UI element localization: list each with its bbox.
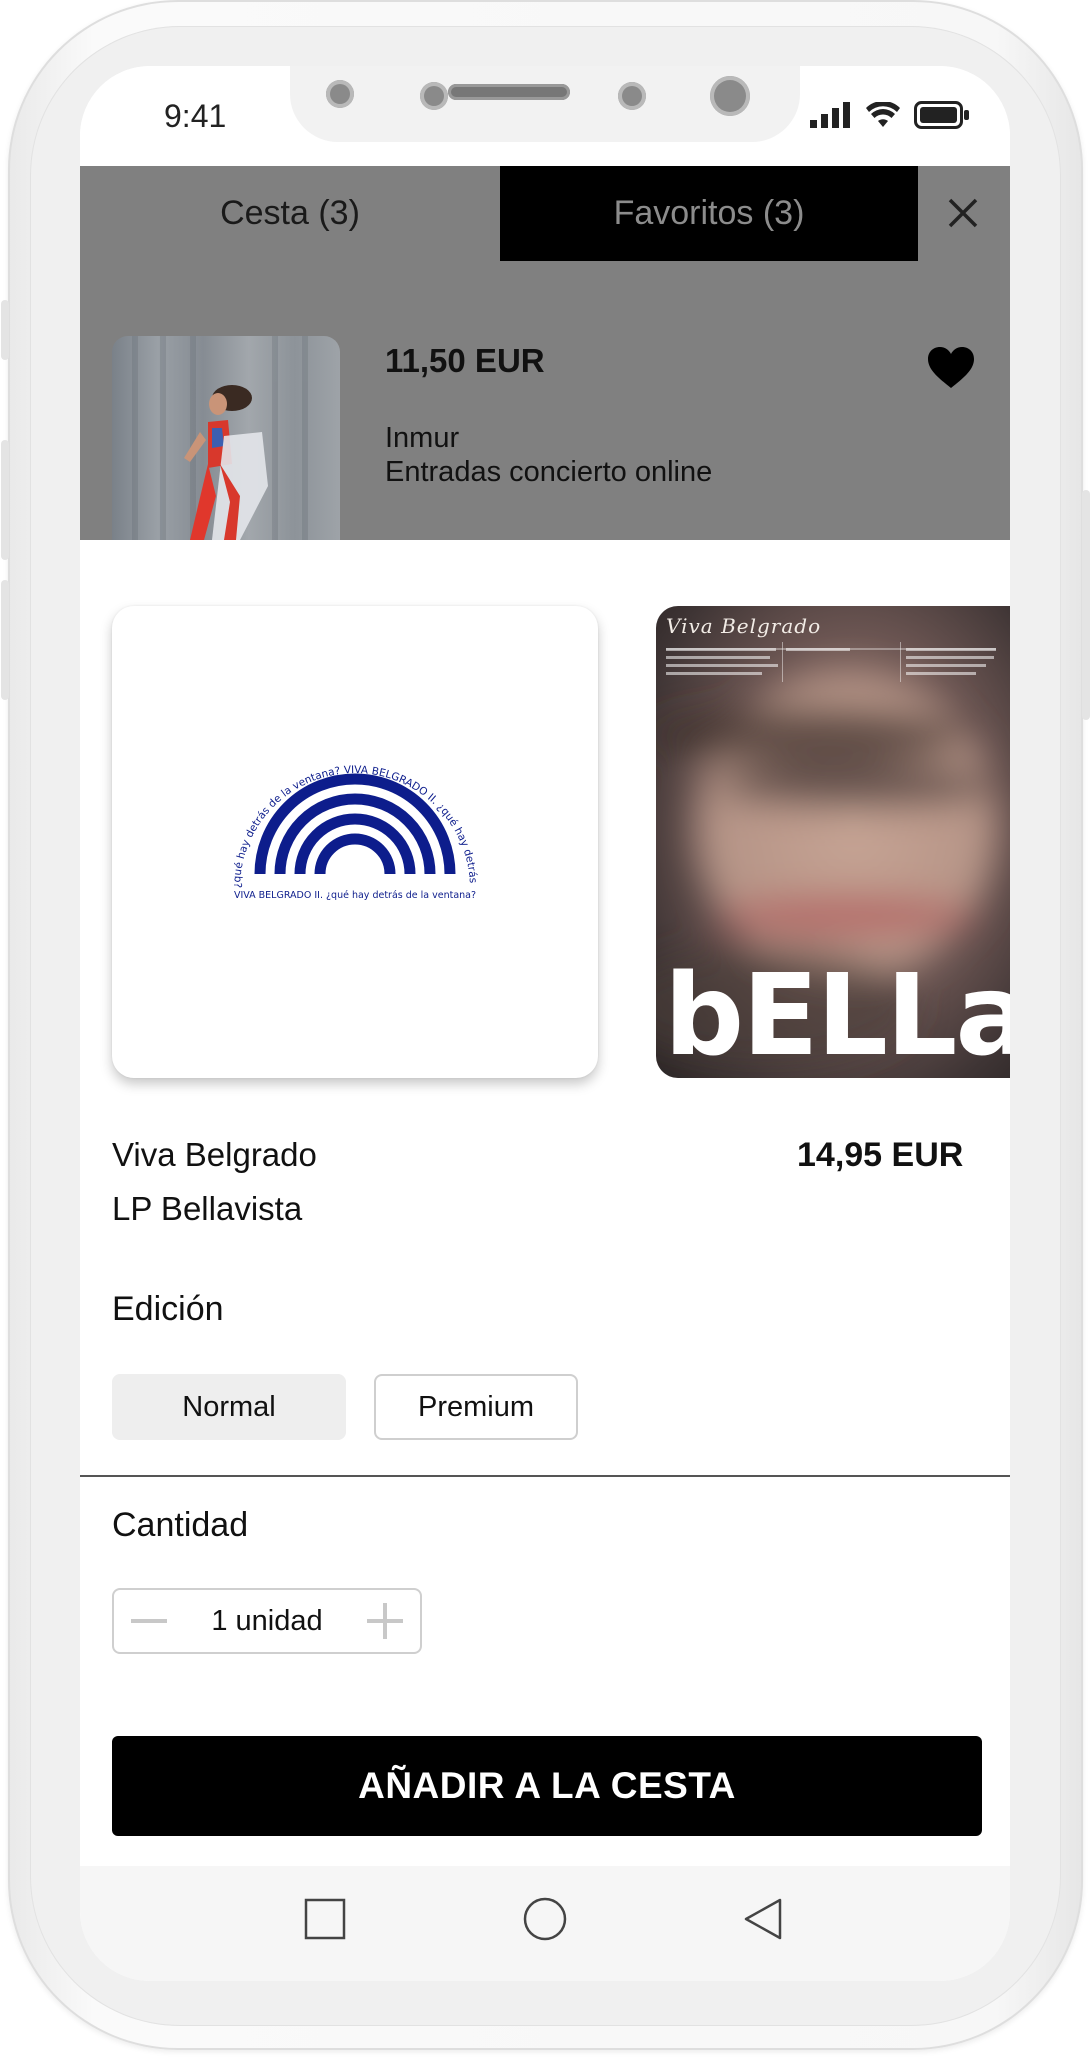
close-button[interactable] (938, 188, 988, 238)
triangle-back-icon[interactable] (740, 1896, 786, 1942)
notch (290, 66, 800, 142)
product-title: LP Bellavista (112, 1190, 303, 1227)
edition-option-normal[interactable]: Normal (112, 1374, 346, 1440)
product-price: 14,95 EUR (797, 1136, 964, 1174)
circle-icon[interactable] (522, 1896, 568, 1942)
sensor-dot (326, 80, 354, 108)
product-image-card[interactable]: ¿qué hay detrás de la ventana? VIVA BELG… (112, 606, 598, 1078)
rainbow-logo: ¿qué hay detrás de la ventana? VIVA BELG… (112, 606, 479, 901)
cover-small-text (666, 642, 996, 682)
runner-photo (132, 336, 308, 540)
tab-favoritos[interactable]: Favoritos (3) (500, 166, 918, 261)
earpiece-speaker (448, 84, 570, 100)
volume-down-button (1, 580, 9, 700)
volume-up-button (1, 440, 9, 560)
quantity-increase-button[interactable] (358, 1594, 412, 1648)
tab-cesta[interactable]: Cesta (3) (80, 166, 500, 261)
battery-icon (914, 101, 969, 129)
favorite-button[interactable] (927, 346, 975, 390)
cover-header: Viva Belgrado (666, 614, 822, 638)
product-artist: Viva Belgrado (112, 1136, 317, 1173)
status-time: 9:41 (164, 98, 227, 134)
cart-item-description: Entradas concierto online (385, 456, 713, 488)
wifi-icon (866, 102, 900, 127)
square-icon[interactable] (302, 1896, 348, 1942)
logo-bottom-text: VIVA BELGRADO II. ¿qué hay detrás de la … (234, 890, 476, 901)
cart-item-image[interactable] (112, 336, 340, 540)
heart-icon (928, 347, 974, 388)
quantity-decrease-button[interactable] (122, 1594, 176, 1648)
power-button (1082, 490, 1090, 720)
cart-item-artist: Inmur (385, 422, 460, 454)
sensor-dot (420, 82, 448, 110)
quantity-label: Cantidad (112, 1506, 249, 1544)
plus-icon (367, 1603, 403, 1639)
minus-icon (131, 1619, 167, 1623)
status-bar: 9:41 (80, 66, 1010, 166)
divider (80, 1475, 1010, 1477)
volume-button (1, 300, 9, 360)
quantity-value: 1 unidad (211, 1604, 323, 1637)
cover-title: bELLaVis (664, 951, 1010, 1078)
edition-option-premium[interactable]: Premium (374, 1374, 578, 1440)
cart-panel: Cesta (3) Favoritos (3) 11,50 EUR Inmur … (80, 166, 1010, 540)
cart-item-price: 11,50 EUR (385, 342, 545, 379)
navigation-bar (80, 1866, 1010, 1981)
close-icon (948, 198, 978, 228)
front-camera (710, 76, 750, 116)
edition-label: Edición (112, 1290, 224, 1328)
signal-icon (810, 102, 850, 128)
status-icons (810, 100, 970, 130)
sensor-dot (618, 82, 646, 110)
add-to-cart-button[interactable]: AÑADIR A LA CESTA (112, 1736, 982, 1836)
album-cover-card[interactable]: Viva Belgrado bELLaVis (656, 606, 1010, 1078)
quantity-stepper: 1 unidad (112, 1588, 422, 1654)
screen: 9:41 Cesta (3) Favoritos (3) 11,50 EUR I… (80, 66, 1010, 1981)
